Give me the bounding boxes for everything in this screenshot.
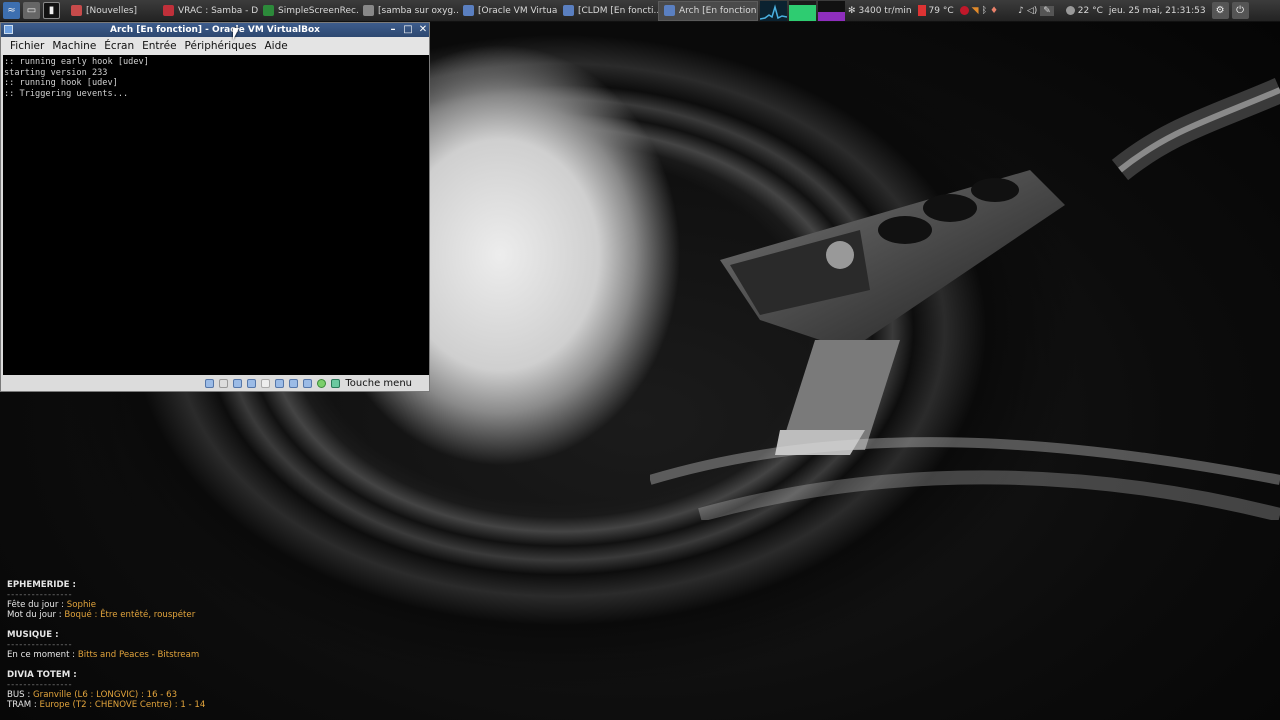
tray-icons: ◥ ᛒ ♦	[957, 6, 1001, 16]
terminal-icon[interactable]: ▮	[43, 2, 60, 19]
virtualbox-icon	[664, 5, 675, 16]
virtualbox-window: Arch [En fonction] - Oracle VM VirtualBo…	[0, 22, 430, 392]
clock[interactable]: jeu. 25 mai, 21:31:53	[1106, 6, 1209, 16]
microphone-icon[interactable]: ♪	[1018, 6, 1024, 16]
app-menu-icon[interactable]: ≈	[3, 2, 20, 19]
musique-title: MUSIQUE :	[7, 630, 59, 640]
audio-icon[interactable]	[233, 378, 243, 388]
network-manager-icon[interactable]: ◥	[972, 6, 979, 16]
menu-entree[interactable]: Entrée	[138, 40, 180, 52]
network-icon[interactable]	[247, 378, 257, 388]
bluetooth-icon[interactable]: ᛒ	[982, 6, 987, 16]
task-item[interactable]: VRAC : Samba - D...	[158, 1, 258, 21]
menu-fichier[interactable]: Fichier	[6, 40, 48, 52]
fan-icon: ✻	[848, 5, 856, 16]
shared-folders-icon[interactable]	[275, 378, 285, 388]
thermometer-icon	[917, 5, 926, 16]
record-icon[interactable]	[959, 6, 969, 15]
task-item-active[interactable]: Arch [En fonction...	[658, 0, 758, 21]
divider: ----------------	[7, 640, 73, 650]
divider: ----------------	[7, 680, 73, 690]
mot-row: Mot du jour : Boqué : Être entêté, rousp…	[7, 610, 196, 620]
tray-icons-2: ♪ ◁) ✎	[1015, 5, 1057, 16]
menu-peripheriques[interactable]: Périphériques	[181, 40, 261, 52]
task-item[interactable]: [Oracle VM Virtua...	[458, 1, 558, 21]
mouse-integration-icon[interactable]	[317, 378, 327, 388]
minimize-icon[interactable]: –	[386, 23, 400, 37]
task-item[interactable]: SimpleScreenRec...	[258, 1, 358, 21]
divia-title: DIVIA TOTEM :	[7, 670, 77, 680]
menu-bar: Fichier Machine Écran Entrée Périphériqu…	[1, 37, 429, 55]
keyboard-icon[interactable]	[331, 378, 341, 388]
recorder-icon	[263, 5, 274, 16]
file-manager-icon[interactable]: ▭	[23, 2, 40, 19]
weather-icon	[1065, 6, 1075, 15]
mouse-cursor	[233, 28, 239, 40]
menu-ecran[interactable]: Écran	[100, 40, 138, 52]
host-key-label: Touche menu	[345, 377, 412, 389]
memory-graph-icon	[789, 0, 816, 21]
console-line: :: Triggering uevents...	[4, 88, 129, 99]
updates-icon[interactable]: ♦	[990, 6, 998, 16]
virtualbox-icon	[463, 5, 474, 16]
console-line: :: running early hook [udev]	[4, 57, 149, 67]
window-titlebar[interactable]: Arch [En fonction] - Oracle VM VirtualBo…	[1, 23, 429, 37]
ephemeride-title: EPHEMERIDE :	[7, 580, 76, 590]
vm-console[interactable]: :: running early hook [udev] starting ve…	[3, 55, 429, 375]
close-icon[interactable]: ✕	[416, 23, 430, 37]
fan-speed: ✻ 3400 tr/min	[848, 5, 912, 16]
hard-disk-icon[interactable]	[205, 378, 215, 388]
fete-row: Fête du jour : Sophie	[7, 600, 97, 610]
pen-icon[interactable]: ✎	[1040, 5, 1054, 16]
conky-info-panel: EPHEMERIDE : ---------------- Fête du jo…	[7, 580, 205, 710]
power-icon[interactable]: ⏻	[1231, 2, 1249, 19]
usb-icon[interactable]	[261, 378, 271, 388]
menu-machine[interactable]: Machine	[48, 40, 100, 52]
maximize-icon[interactable]: □	[401, 23, 415, 37]
moment-row: En ce moment : Bitts and Peaces - Bitstr…	[7, 650, 200, 660]
cpu-temperature: 79 °C	[915, 5, 957, 16]
virtualbox-icon	[563, 5, 574, 16]
weather: 22 °C	[1063, 6, 1106, 16]
console-line: :: running hook [udev]	[4, 78, 118, 89]
bus-row: BUS : Granville (L6 : LONGVIC) : 16 - 63	[7, 690, 178, 700]
settings-icon[interactable]: ⚙	[1211, 2, 1229, 19]
task-item[interactable]: [samba sur oxyg...	[358, 1, 458, 21]
console-line: starting version 233	[4, 67, 108, 78]
document-icon	[363, 5, 374, 16]
video-capture-icon[interactable]	[303, 378, 313, 388]
vivaldi-icon	[163, 5, 174, 16]
volume-icon[interactable]: ◁)	[1027, 6, 1037, 16]
vivaldi-icon	[71, 5, 82, 16]
task-list: [Nouvelles] VRAC : Samba - D... SimpleSc…	[66, 0, 758, 21]
status-bar: Touche menu	[1, 375, 429, 391]
turntable-wallpaper-art	[650, 78, 1280, 520]
window-title: Arch [En fonction] - Oracle VM VirtualBo…	[110, 25, 320, 35]
taskbar: ≈ ▭ ▮ [Nouvelles] VRAC : Samba - D... Si…	[0, 0, 1280, 22]
task-item[interactable]: [Nouvelles]	[66, 1, 158, 21]
network-graph-icon	[760, 0, 787, 21]
divider: ----------------	[7, 590, 73, 600]
menu-aide[interactable]: Aide	[260, 40, 291, 52]
optical-drive-icon[interactable]	[219, 378, 229, 388]
task-item[interactable]: [CLDM [En foncti...	[558, 1, 658, 21]
display-icon[interactable]	[289, 378, 299, 388]
cpu-graph-icon	[818, 0, 845, 21]
tram-row: TRAM : Europe (T2 : CHENOVE Centre) : 1 …	[7, 700, 206, 710]
